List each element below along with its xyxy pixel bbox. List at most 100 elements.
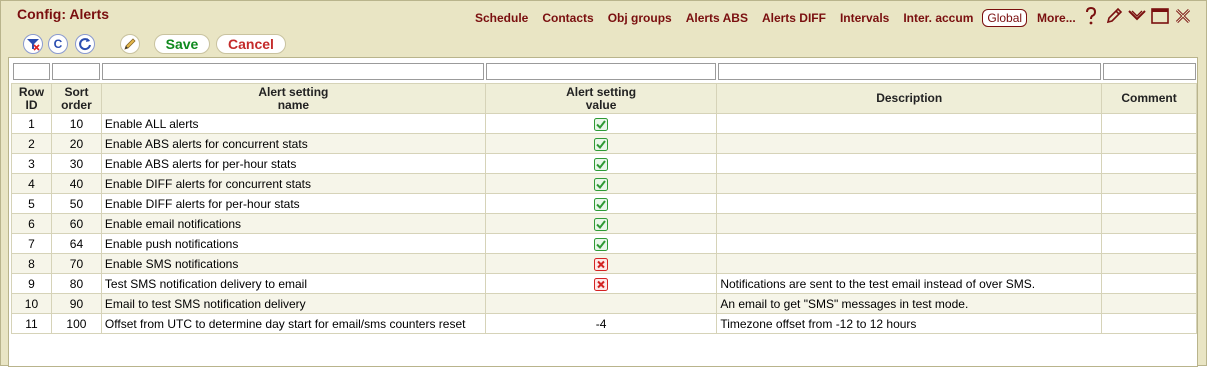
- sort-order-cell[interactable]: 50: [50, 193, 102, 214]
- nav-link-more[interactable]: More...: [1037, 11, 1076, 25]
- comment-cell[interactable]: [1101, 113, 1197, 134]
- value-cell[interactable]: [484, 193, 718, 214]
- checkbox-checked-icon[interactable]: [594, 216, 609, 231]
- description-cell[interactable]: [716, 173, 1103, 194]
- name-cell[interactable]: Enable DIFF alerts for per-hour stats: [100, 193, 486, 214]
- value-cell[interactable]: [484, 293, 718, 314]
- filter-description[interactable]: [717, 62, 1101, 80]
- row-id-cell[interactable]: 2: [11, 133, 52, 154]
- row-id-cell[interactable]: 10: [11, 293, 52, 314]
- checkbox-unchecked-icon[interactable]: [594, 276, 609, 291]
- description-cell[interactable]: [716, 233, 1103, 254]
- help-icon[interactable]: [1081, 6, 1101, 26]
- filter-value[interactable]: [486, 62, 716, 80]
- sort-order-cell[interactable]: 40: [50, 173, 102, 194]
- checkbox-checked-icon[interactable]: [594, 196, 609, 211]
- table-row[interactable]: 5 50 Enable DIFF alerts for per-hour stats: [11, 193, 1197, 214]
- description-cell[interactable]: [716, 113, 1103, 134]
- table-row[interactable]: 11 100 Offset from UTC to determine day st…: [11, 313, 1197, 334]
- description-cell[interactable]: [716, 213, 1103, 234]
- value-cell[interactable]: -4: [484, 313, 718, 334]
- row-id-cell[interactable]: 1: [11, 113, 52, 134]
- comment-cell[interactable]: [1101, 153, 1197, 174]
- nav-link-schedule[interactable]: Schedule: [475, 11, 528, 25]
- sort-order-cell[interactable]: 20: [50, 133, 102, 154]
- table-row[interactable]: 10 90 Email to test SMS notification deliv…: [11, 293, 1197, 314]
- cancel-button[interactable]: Cancel: [216, 34, 286, 54]
- value-cell[interactable]: [484, 153, 718, 174]
- name-cell[interactable]: Enable DIFF alerts for concurrent stats: [100, 173, 486, 194]
- refresh-icon[interactable]: [75, 34, 95, 54]
- name-cell[interactable]: Enable push notifications: [100, 233, 486, 254]
- checkbox-checked-icon[interactable]: [594, 136, 609, 151]
- nav-link-alerts-diff[interactable]: Alerts DIFF: [762, 11, 826, 25]
- description-cell[interactable]: [716, 193, 1103, 214]
- row-id-cell[interactable]: 11: [11, 313, 52, 334]
- clear-icon[interactable]: C: [48, 34, 68, 54]
- comment-cell[interactable]: [1101, 193, 1197, 214]
- comment-cell[interactable]: [1101, 273, 1197, 294]
- checkbox-checked-icon[interactable]: [594, 156, 609, 171]
- name-cell[interactable]: Enable SMS notifications: [100, 253, 486, 274]
- sort-order-cell[interactable]: 60: [50, 213, 102, 234]
- row-id-cell[interactable]: 9: [11, 273, 52, 294]
- clear-filter-icon[interactable]: [23, 34, 43, 54]
- comment-cell[interactable]: [1101, 293, 1197, 314]
- table-row[interactable]: 1 10 Enable ALL alerts: [11, 113, 1197, 134]
- name-cell[interactable]: Enable ALL alerts: [100, 113, 486, 134]
- comment-cell[interactable]: [1101, 253, 1197, 274]
- name-cell[interactable]: Enable email notifications: [100, 213, 486, 234]
- edit-pencil-icon[interactable]: [120, 34, 140, 54]
- name-cell[interactable]: Offset from UTC to determine day start f…: [100, 313, 486, 334]
- filter-name[interactable]: [102, 62, 485, 80]
- description-cell[interactable]: Timezone offset from -12 to 12 hours: [716, 313, 1103, 334]
- name-cell[interactable]: Enable ABS alerts for per-hour stats: [100, 153, 486, 174]
- value-cell[interactable]: [484, 213, 718, 234]
- description-cell[interactable]: [716, 153, 1103, 174]
- comment-cell[interactable]: [1101, 313, 1197, 334]
- name-cell[interactable]: Enable ABS alerts for concurrent stats: [100, 133, 486, 154]
- sort-order-cell[interactable]: 70: [50, 253, 102, 274]
- sort-order-cell[interactable]: 30: [50, 153, 102, 174]
- sort-order-cell[interactable]: 10: [50, 113, 102, 134]
- row-id-cell[interactable]: 8: [11, 253, 52, 274]
- description-cell[interactable]: An email to get "SMS" messages in test m…: [716, 293, 1103, 314]
- nav-link-intervals[interactable]: Intervals: [840, 11, 889, 25]
- checkbox-checked-icon[interactable]: [594, 236, 609, 251]
- checkbox-checked-icon[interactable]: [594, 176, 609, 191]
- edit-pencil-icon[interactable]: [1104, 6, 1124, 26]
- description-cell[interactable]: Notifications are sent to the test email…: [716, 273, 1103, 294]
- row-id-cell[interactable]: 3: [11, 153, 52, 174]
- row-id-cell[interactable]: 7: [11, 233, 52, 254]
- header-name[interactable]: Alert setting name: [100, 83, 486, 114]
- sort-order-cell[interactable]: 80: [50, 273, 102, 294]
- value-cell[interactable]: [484, 173, 718, 194]
- sort-order-cell[interactable]: 64: [50, 233, 102, 254]
- value-cell[interactable]: [484, 273, 718, 294]
- comment-cell[interactable]: [1101, 213, 1197, 234]
- table-row[interactable]: 9 80 Test SMS notification delivery to ema…: [11, 273, 1197, 294]
- maximize-icon[interactable]: [1150, 6, 1170, 26]
- close-icon[interactable]: [1173, 6, 1193, 26]
- sort-order-cell[interactable]: 100: [50, 313, 102, 334]
- table-row[interactable]: 7 64 Enable push notifications: [11, 233, 1197, 254]
- collapse-chevron-icon[interactable]: [1127, 6, 1147, 26]
- comment-cell[interactable]: [1101, 233, 1197, 254]
- checkbox-unchecked-icon[interactable]: [594, 256, 609, 271]
- nav-link-contacts[interactable]: Contacts: [542, 11, 593, 25]
- header-sort-order[interactable]: Sort order: [50, 83, 102, 114]
- filter-row-id[interactable]: [12, 62, 51, 80]
- description-cell[interactable]: [716, 133, 1103, 154]
- name-cell[interactable]: Test SMS notification delivery to email: [100, 273, 486, 294]
- comment-cell[interactable]: [1101, 173, 1197, 194]
- nav-link-inter-accum[interactable]: Inter. accum: [903, 11, 973, 25]
- table-row[interactable]: 8 70 Enable SMS notifications: [11, 253, 1197, 274]
- checkbox-checked-icon[interactable]: [594, 116, 609, 131]
- value-cell[interactable]: [484, 133, 718, 154]
- header-value[interactable]: Alert setting value: [484, 83, 718, 114]
- name-cell[interactable]: Email to test SMS notification delivery: [100, 293, 486, 314]
- header-comment[interactable]: Comment: [1101, 83, 1197, 114]
- sort-order-cell[interactable]: 90: [50, 293, 102, 314]
- header-description[interactable]: Description: [716, 83, 1103, 114]
- nav-link-global[interactable]: Global: [982, 9, 1028, 27]
